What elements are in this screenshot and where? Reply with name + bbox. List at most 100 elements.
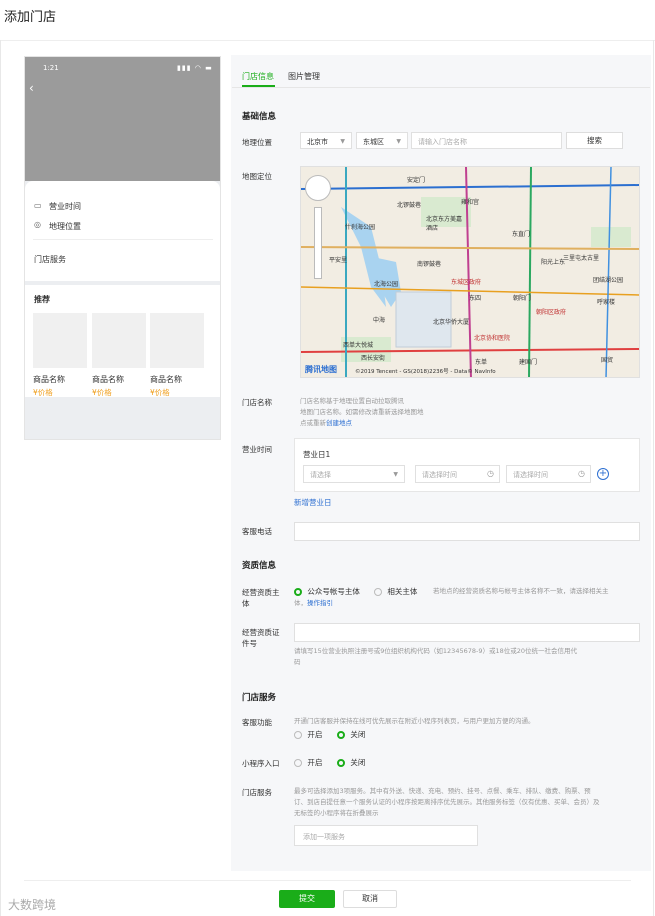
subject-option-other[interactable]: 相关主体 — [374, 586, 417, 597]
product-price: ¥价格 — [92, 388, 112, 397]
create-location-link[interactable]: 创建地点 — [326, 419, 352, 427]
city-select[interactable]: 北京市 ▼ — [300, 132, 352, 149]
mini-off-label: 关闭 — [350, 758, 366, 767]
product-thumb — [150, 313, 204, 368]
divider — [653, 40, 654, 916]
phone-recommend-title: 推荐 — [34, 295, 50, 304]
add-business-day-link[interactable]: 新增营业日 — [294, 497, 332, 508]
product-name: 商品名称 — [33, 375, 65, 384]
map-label-text: 东直门 — [512, 231, 531, 238]
tab-image-manage[interactable]: 图片管理 — [288, 71, 320, 82]
day-select[interactable]: 请选择 ▼ — [303, 465, 405, 483]
map-label-text: 团结湖公园 — [593, 277, 624, 284]
mini-program-label: 小程序入口 — [242, 759, 280, 768]
chevron-down-icon: ▼ — [393, 471, 398, 478]
page-title: 添加门店 — [4, 10, 57, 25]
map-label-text: 东城区政府 — [451, 279, 482, 286]
map-label-text: 国贸 — [601, 357, 614, 364]
store-service-hint: 订、到店自提任意一个服务认证的小程序按距离排序优先展示。其他服务标签（仅有优惠、… — [294, 798, 600, 806]
phone-preview: 1:21 ▮▮▮ ◠ ▬ ‹ ▭ 营业时间 ◎ 地理位置 门店服务 推荐 商品名… — [24, 56, 221, 440]
mini-on-label: 开启 — [307, 758, 323, 767]
submit-button[interactable]: 提交 — [279, 890, 335, 908]
map-label-text: 北海公园 — [374, 281, 399, 288]
product-price: ¥价格 — [33, 388, 53, 397]
product-thumb — [92, 313, 146, 368]
map-label-text: 安定门 — [407, 177, 426, 184]
store-service-label: 门店服务 — [242, 788, 272, 797]
phone-service-title: 门店服务 — [34, 255, 66, 264]
radio-unselected-icon[interactable] — [374, 588, 382, 596]
divider — [33, 239, 213, 240]
back-icon: ‹ — [29, 81, 34, 95]
kf-option-off[interactable]: 关闭 — [337, 729, 365, 740]
operation-guide-link[interactable]: 操作指引 — [307, 599, 333, 607]
map-label-text: 东单 — [475, 359, 488, 366]
district-select[interactable]: 东城区 ▼ — [356, 132, 408, 149]
cert-label: 经营资质证 — [242, 628, 280, 637]
geo-label: 地理位置 — [242, 138, 272, 147]
divider — [0, 40, 655, 41]
section-services-title: 门店服务 — [242, 693, 277, 703]
store-name-hint: 点或重新创建地点 — [300, 418, 352, 429]
map-label-text: 呼家楼 — [597, 299, 616, 306]
map-label-text: 雍和宫 — [461, 199, 480, 206]
cert-label: 件号 — [242, 639, 257, 648]
map-label-text: 北京东方美嘉酒店 — [426, 216, 463, 232]
kf-hint: 开通门店客服并保持在线可优先展示在附近小程序列表页，与用户更加方便的沟通。 — [294, 717, 535, 725]
cancel-button[interactable]: 取消 — [343, 890, 397, 908]
map-brand: 腾讯地图 — [305, 365, 337, 374]
search-button[interactable]: 搜索 — [566, 132, 623, 149]
subject-option-mp[interactable]: 公众号帐号主体 — [294, 586, 360, 597]
day-select-placeholder: 请选择 — [310, 471, 331, 479]
start-time-placeholder: 请选择时间 — [422, 471, 457, 479]
phone-label: 客服电话 — [242, 527, 272, 536]
tab-store-info[interactable]: 门店信息 — [242, 71, 274, 82]
mini-option-on[interactable]: 开启 — [294, 757, 322, 768]
map-label-text: 建国门 — [519, 359, 538, 366]
map-view[interactable]: 安定门 北锣鼓巷 什刹海公园 雍和宫 北京东方美嘉酒店 东直门 平安里 南锣鼓巷… — [300, 166, 640, 378]
map-label-text: 南锣鼓巷 — [417, 261, 442, 268]
add-service-placeholder: 添加一项服务 — [303, 833, 345, 841]
end-time-input[interactable]: 请选择时间 ◷ — [506, 465, 591, 483]
map-label-text: 什刹海公园 — [345, 224, 376, 231]
phone-info-card: ▭ 营业时间 ◎ 地理位置 门店服务 — [25, 181, 220, 281]
location-pin-icon: ◎ — [34, 220, 41, 229]
phone-header-image — [25, 57, 220, 181]
store-name-hint-text: 点或重新 — [300, 419, 326, 427]
start-time-input[interactable]: 请选择时间 ◷ — [415, 465, 500, 483]
radio-selected-icon[interactable] — [337, 731, 345, 739]
subject-hint-text: 体， — [294, 599, 307, 607]
map-zoom-slider[interactable] — [314, 207, 322, 279]
subject-hint: 体，操作指引 — [294, 598, 333, 609]
phone-input[interactable] — [294, 522, 640, 541]
cert-input[interactable] — [294, 623, 640, 642]
clock-icon: ◷ — [487, 469, 494, 478]
hours-day-title: 营业日1 — [303, 450, 331, 459]
map-pan-control[interactable] — [305, 175, 331, 201]
radio-unselected-icon[interactable] — [294, 731, 302, 739]
store-icon: ▭ — [34, 201, 42, 210]
subject-option-other-label: 相关主体 — [387, 587, 418, 596]
kf-off-label: 关闭 — [350, 730, 366, 739]
divider — [0, 40, 1, 916]
clock-icon: ◷ — [578, 469, 585, 478]
store-name-hint: 门店名称基于地理位置自动拉取腾讯 — [300, 397, 404, 405]
cert-hint: 码 — [294, 658, 301, 666]
district-value: 东城区 — [363, 138, 384, 146]
add-service-input[interactable]: 添加一项服务 — [294, 825, 478, 846]
store-name-hint: 地图门店名称。如需修改请重新选择地图地 — [300, 408, 424, 416]
mini-option-off[interactable]: 关闭 — [337, 757, 365, 768]
map-label-text: 三里屯太古里 — [563, 255, 600, 262]
radio-selected-icon[interactable] — [337, 759, 345, 767]
radio-selected-icon[interactable] — [294, 588, 302, 596]
store-search-input[interactable]: 请输入门店名称 — [411, 132, 562, 149]
map-label-text: 西单大悦城 — [343, 342, 374, 349]
map-label-text: 北锣鼓巷 — [397, 202, 422, 209]
add-time-icon[interactable]: + — [597, 468, 609, 480]
store-service-hint: 无标签的小程序将在折叠展示 — [294, 809, 379, 817]
section-qual-title: 资质信息 — [242, 561, 277, 571]
radio-unselected-icon[interactable] — [294, 759, 302, 767]
phone-row-hours: 营业时间 — [49, 202, 81, 211]
kf-option-on[interactable]: 开启 — [294, 729, 322, 740]
map-label-text: 朝阳区政府 — [536, 309, 567, 316]
